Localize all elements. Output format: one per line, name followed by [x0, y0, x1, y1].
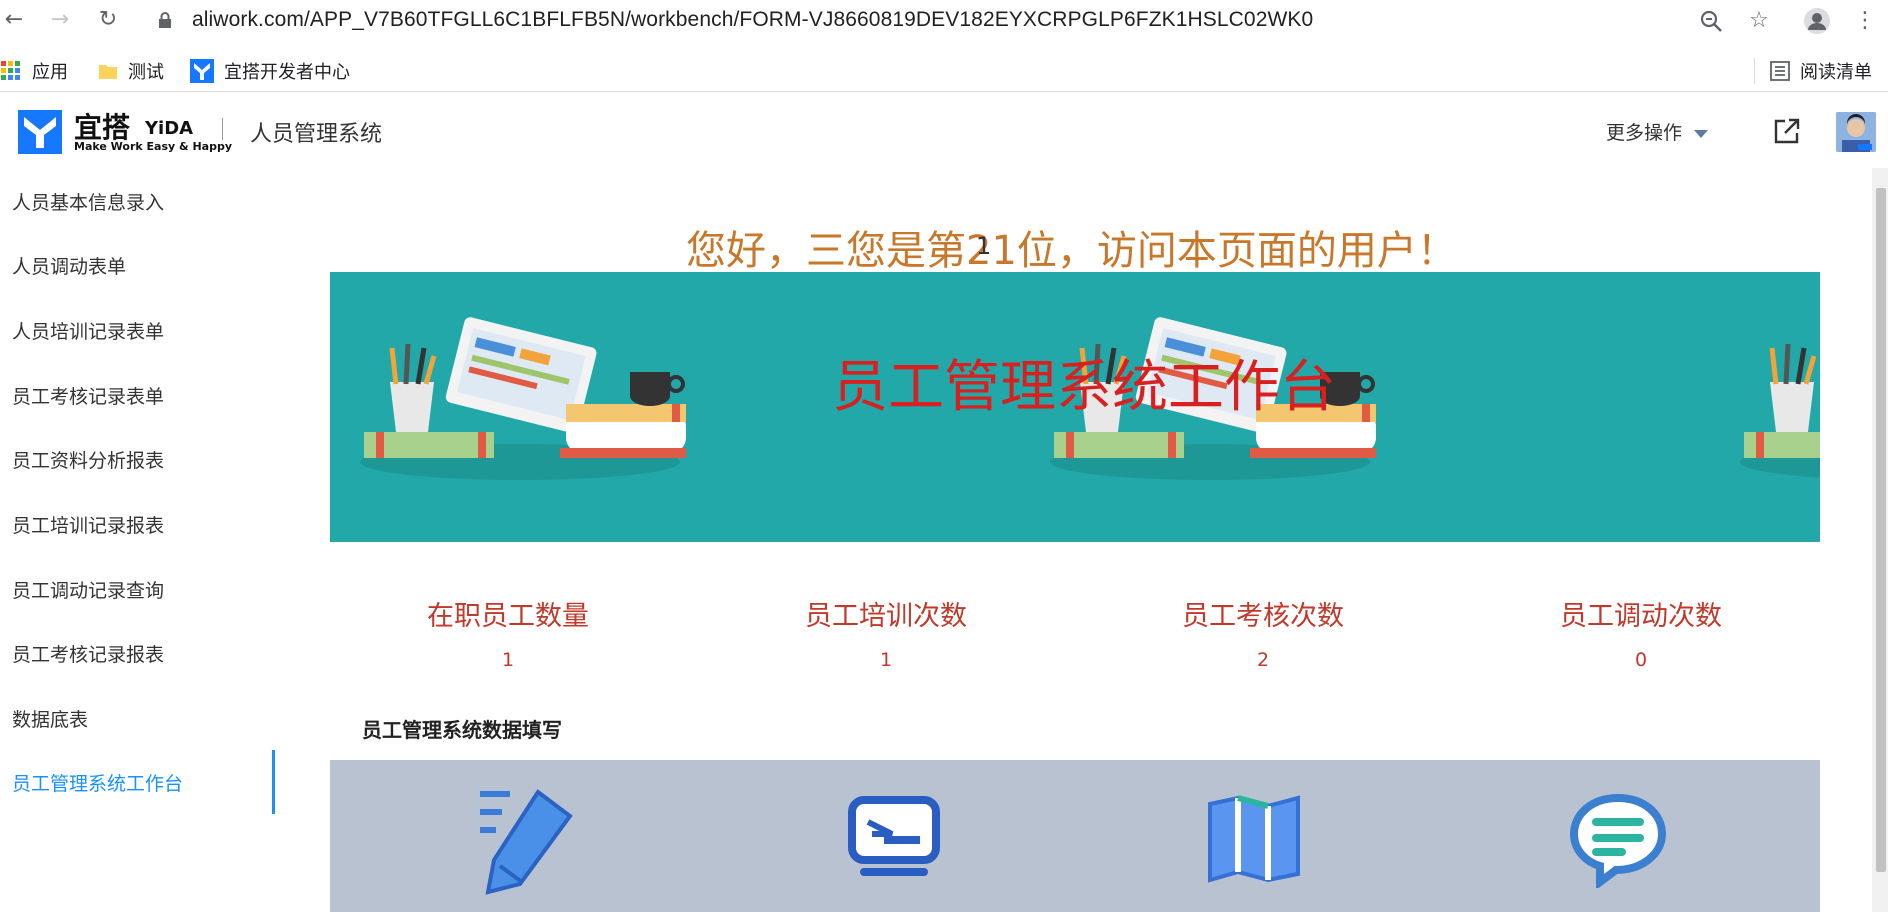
sidebar-item-workbench[interactable]: 员工管理系统工作台: [12, 769, 183, 796]
reload-icon[interactable]: ↻: [94, 6, 122, 34]
stat-value: 2: [1256, 649, 1270, 671]
stat-transfer-count: 员工调动次数 0: [1491, 594, 1791, 671]
sidebar-item-basic-info[interactable]: 人员基本信息录入: [12, 188, 164, 215]
header-divider: [222, 118, 223, 140]
brand-name-en: YiDA: [145, 118, 194, 139]
profile-icon[interactable]: [1802, 6, 1832, 36]
bookmark-label: 测试: [128, 62, 164, 82]
sidebar-active-indicator: [272, 750, 275, 814]
stat-label: 员工考核次数: [1182, 601, 1344, 632]
data-entry-panel: [330, 760, 1820, 912]
browser-toolbar: ← → ↻ aliwork.com/APP_V7B60TFGLL6C1BFLFB…: [0, 0, 1888, 42]
yida-logo-icon[interactable]: [18, 110, 62, 154]
back-icon[interactable]: ←: [0, 6, 28, 34]
yida-logo-icon: [190, 59, 214, 83]
sidebar-item-profile-report[interactable]: 员工资料分析报表: [12, 446, 164, 473]
reading-list-icon: [1770, 61, 1790, 81]
pencil-icon[interactable]: [480, 786, 580, 896]
section-title: 员工管理系统数据填写: [362, 718, 562, 742]
external-link-icon[interactable]: [1772, 116, 1802, 146]
sidebar-nav: 人员基本信息录入 人员调动表单 人员培训记录表单 员工考核记录表单 员工资料分析…: [0, 168, 276, 912]
map-icon[interactable]: [1206, 794, 1302, 884]
brand-slogan: Make Work Easy & Happy: [74, 140, 233, 153]
bookmark-test[interactable]: 测试: [98, 58, 164, 84]
greeting-text: 您好，三您是第21位，访问本页面的用户！: [686, 228, 1457, 274]
sidebar-item-training-form[interactable]: 人员培训记录表单: [12, 317, 164, 344]
stat-training-count: 员工培训次数 1: [736, 594, 1036, 671]
bookmark-yida-dev[interactable]: 宜搭开发者中心: [190, 58, 350, 84]
sidebar-item-assessment-report[interactable]: 员工考核记录报表: [12, 640, 164, 667]
bookmarks-bar: 应用 测试 宜搭开发者中心 阅读清单: [0, 50, 1888, 92]
stat-label: 在职员工数量: [427, 601, 589, 632]
stat-active-employees: 在职员工数量 1: [358, 594, 658, 671]
bookmark-apps[interactable]: 应用: [0, 58, 68, 84]
menu-dots-icon[interactable]: ⋮: [1850, 6, 1880, 36]
sidebar-item-transfer-form[interactable]: 人员调动表单: [12, 252, 126, 279]
caret-down-icon: [1694, 129, 1709, 138]
stat-value: 1: [879, 649, 893, 671]
more-ops-label: 更多操作: [1606, 122, 1683, 144]
avatar[interactable]: [1836, 112, 1876, 152]
banner-title: 员工管理系统工作台: [832, 355, 1336, 420]
stat-assessment-count: 员工考核次数 2: [1113, 594, 1413, 671]
stat-label: 员工培训次数: [805, 601, 967, 632]
sidebar-item-transfer-query[interactable]: 员工调动记录查询: [12, 576, 164, 603]
sidebar-item-assessment-form[interactable]: 员工考核记录表单: [12, 382, 164, 409]
laptop-icon[interactable]: [846, 796, 942, 882]
more-ops-dropdown[interactable]: 更多操作: [1606, 118, 1709, 145]
reading-list[interactable]: 阅读清单: [1770, 58, 1872, 84]
bookmark-label: 宜搭开发者中心: [224, 62, 350, 82]
greeting-overlay-number: 1: [976, 232, 992, 260]
stat-value: 0: [1634, 649, 1648, 671]
address-url[interactable]: aliwork.com/APP_V7B60TFGLL6C1BFLFB5N/wor…: [192, 8, 1313, 32]
app-title[interactable]: 人员管理系统: [250, 116, 382, 148]
bookmark-star-icon[interactable]: ☆: [1744, 6, 1774, 36]
stat-label: 员工调动次数: [1560, 601, 1722, 632]
sidebar-item-training-report[interactable]: 员工培训记录报表: [12, 511, 164, 538]
folder-icon: [99, 65, 117, 79]
bookmark-label: 应用: [32, 62, 68, 82]
stat-value: 1: [501, 649, 515, 671]
forward-icon[interactable]: →: [46, 6, 74, 34]
lock-icon: [159, 12, 171, 28]
chat-icon[interactable]: [1570, 792, 1666, 888]
apps-grid-icon: [1, 61, 20, 80]
reading-list-label: 阅读清单: [1800, 62, 1872, 82]
bookmark-divider: [1754, 58, 1755, 84]
zoom-icon[interactable]: [1696, 6, 1726, 36]
scrollbar-thumb[interactable]: [1876, 188, 1886, 872]
user-avatar-icon: [1836, 112, 1876, 152]
sidebar-item-data-table[interactable]: 数据底表: [12, 705, 88, 732]
